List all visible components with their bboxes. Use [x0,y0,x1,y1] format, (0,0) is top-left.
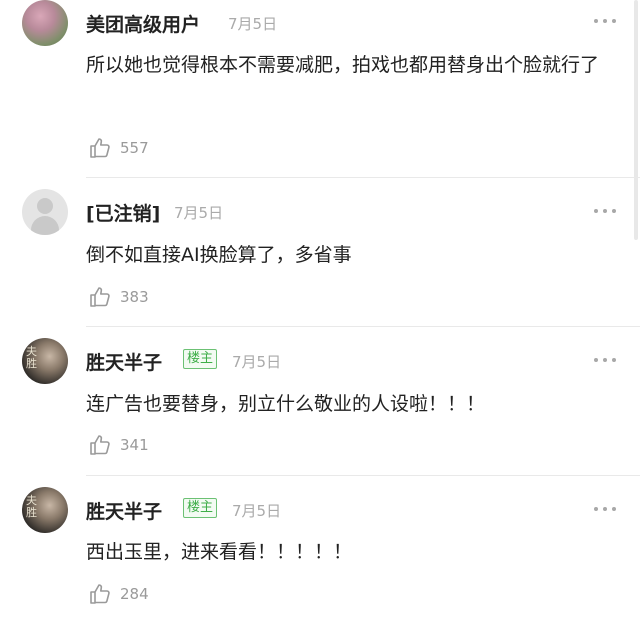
more-options-icon[interactable] [594,357,616,363]
comment-text: 连广告也要替身，别立什么敬业的人设啦！！！ [86,393,486,415]
owner-badge: 楼主 [183,498,218,518]
comment-date: 7月5日 [232,353,282,371]
like-count: 383 [120,288,149,306]
thumbs-up-icon [90,435,110,455]
more-options-icon[interactable] [594,208,616,214]
like-button[interactable]: 341 [88,433,149,457]
comment-text: 西出玉里，进来看看！！！！！ [86,541,353,563]
thumbs-up-icon [90,287,110,307]
like-button[interactable]: 383 [88,285,149,309]
avatar[interactable] [22,0,68,46]
divider [86,177,640,178]
username[interactable]: 美团高级用户 [86,10,200,37]
username[interactable]: 胜天半子 [86,497,162,524]
thumbs-up-icon [90,138,110,158]
scrollbar[interactable] [634,0,638,240]
like-button[interactable]: 557 [88,136,149,160]
avatar[interactable]: 夫胜 [22,338,68,384]
comment-text: 所以她也觉得根本不需要减肥，拍戏也都用替身出个脸就行了 [86,54,600,76]
comment-date: 7月5日 [232,502,282,520]
divider [86,475,640,476]
username[interactable]: [已注销] [86,199,160,226]
username[interactable]: 胜天半子 [86,348,162,375]
thumbs-up-icon [90,584,110,604]
like-count: 341 [120,436,149,454]
avatar[interactable] [22,189,68,235]
like-count: 284 [120,585,149,603]
more-options-icon[interactable] [594,18,616,24]
comment-date: 7月5日 [228,15,278,33]
comment-text: 倒不如直接AI换脸算了，多省事 [86,244,352,266]
like-button[interactable]: 284 [88,582,149,606]
like-count: 557 [120,139,149,157]
more-options-icon[interactable] [594,506,616,512]
avatar[interactable]: 夫胜 [22,487,68,533]
divider [86,326,640,327]
comment-date: 7月5日 [174,204,224,222]
owner-badge: 楼主 [183,349,218,369]
